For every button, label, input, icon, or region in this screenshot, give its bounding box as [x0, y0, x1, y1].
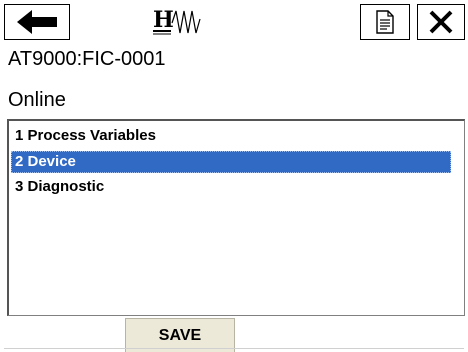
close-x-icon [429, 10, 453, 34]
document-icon [376, 10, 394, 34]
document-button[interactable] [360, 4, 410, 40]
menu-item-process-variables[interactable]: 1 Process Variables [11, 125, 451, 147]
left-arrow-icon [17, 10, 57, 34]
menu-item-diagnostic[interactable]: 3 Diagnostic [11, 176, 451, 198]
save-button[interactable]: SAVE [125, 318, 235, 352]
menu-item-device[interactable]: 2 Device [11, 151, 451, 173]
close-button[interactable] [417, 4, 465, 40]
back-button[interactable] [4, 4, 70, 40]
menu-list: 1 Process Variables 2 Device 3 Diagnosti… [7, 119, 465, 316]
hart-logo-icon: H [150, 4, 210, 40]
connection-status-label: Online [8, 89, 66, 111]
device-tag-label: AT9000:FIC-0001 [8, 48, 166, 70]
svg-text:H: H [153, 7, 174, 33]
